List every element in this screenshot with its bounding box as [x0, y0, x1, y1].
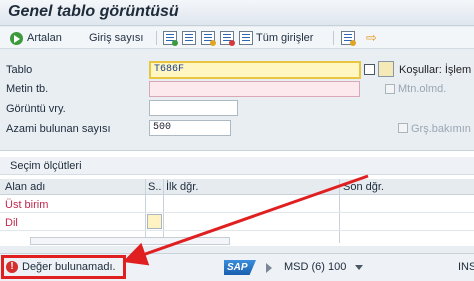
- table-label: Tablo: [6, 64, 33, 76]
- all-entries-icon: [239, 31, 253, 45]
- table-help-icon[interactable]: [364, 64, 375, 75]
- export-icon[interactable]: ⇨: [366, 30, 377, 46]
- selection-criteria-section: Seçim ölçütleri Alan adı S.. İlk dğr. So…: [0, 150, 474, 246]
- chevron-down-icon[interactable]: [355, 265, 363, 270]
- all-entries-button[interactable]: Tüm girişler: [239, 30, 313, 46]
- annotation-highlight-box: [1, 255, 126, 279]
- grs-checkbox-label: Grş.bakımın: [411, 123, 471, 135]
- mtn-checkbox-label: Mtn.olmd.: [398, 83, 447, 95]
- delete-selection-icon[interactable]: [220, 31, 235, 46]
- view-input[interactable]: [149, 100, 238, 116]
- text-table-label: Metin tb.: [6, 83, 49, 95]
- column-header[interactable]: Alan adı: [5, 181, 45, 193]
- option-icon[interactable]: [147, 214, 162, 229]
- toolbar-separator: [333, 31, 334, 45]
- view-label: Görüntü vry.: [6, 103, 66, 115]
- section-title: Seçim ölçütleri: [0, 157, 474, 175]
- column-header[interactable]: İlk dğr.: [166, 181, 198, 193]
- max-hits-label: Azami bulunan sayısı: [6, 123, 111, 135]
- sap-logo: SAP: [224, 260, 256, 275]
- play-icon[interactable]: [266, 263, 272, 273]
- grs-checkbox[interactable]: [398, 123, 408, 133]
- select-all-icon[interactable]: [163, 31, 178, 46]
- column-header[interactable]: Son dğr.: [343, 181, 384, 193]
- conditions-icon[interactable]: [378, 61, 394, 77]
- criteria-table-header: Alan adı S.. İlk dğr. Son dğr.: [0, 179, 474, 195]
- horizontal-scrollbar[interactable]: [30, 237, 230, 245]
- column-header[interactable]: S..: [148, 181, 161, 193]
- toolbar-separator: [156, 31, 157, 45]
- field-name: Dil: [5, 217, 18, 229]
- background-exec-label: Artalan: [27, 32, 62, 44]
- application-toolbar: Artalan Giriş sayısı Tüm girişler ⇨: [0, 27, 474, 49]
- insert-mode: INS: [458, 261, 474, 273]
- max-hits-input[interactable]: 500: [149, 120, 231, 136]
- field-name: Üst birim: [5, 199, 49, 211]
- background-exec-button[interactable]: Artalan: [10, 30, 62, 46]
- text-table-input[interactable]: [149, 81, 360, 97]
- entry-count-label: Giriş sayısı: [89, 32, 144, 44]
- window-title: Genel tablo görüntüsü: [8, 3, 179, 20]
- table-row[interactable]: Üst birim: [0, 197, 474, 213]
- multiple-selection-icon[interactable]: [182, 31, 196, 45]
- table-row[interactable]: Dil: [0, 214, 474, 231]
- variant-icon[interactable]: [201, 31, 216, 46]
- system-info: MSD (6) 100: [284, 261, 347, 273]
- all-entries-label: Tüm girişler: [256, 32, 314, 44]
- info-icon[interactable]: [341, 31, 356, 46]
- mtn-checkbox[interactable]: [385, 84, 395, 94]
- title-bar: Genel tablo görüntüsü: [0, 0, 474, 26]
- execute-icon: [10, 31, 23, 45]
- entry-count-button[interactable]: Giriş sayısı: [89, 30, 143, 46]
- table-input[interactable]: T686F: [149, 61, 361, 79]
- conditions-label[interactable]: Koşullar: İşlem: [399, 64, 471, 76]
